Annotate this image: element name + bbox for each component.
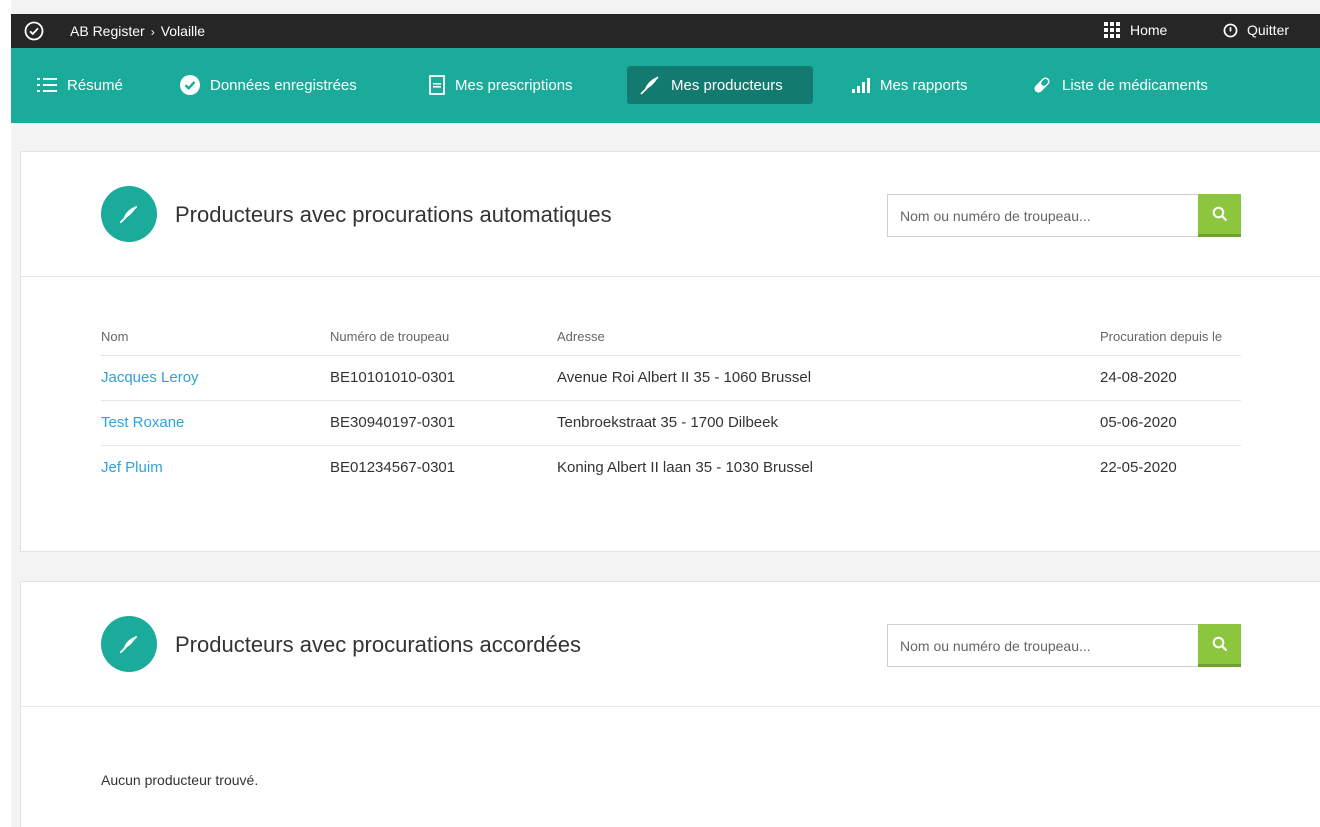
search-input[interactable] xyxy=(887,624,1198,667)
producer-name-link[interactable]: Jef Pluim xyxy=(101,459,163,476)
nav-item-donnees[interactable]: Données enregistrées xyxy=(168,66,369,104)
producer-badge xyxy=(101,616,157,672)
procuration-date: 22-05-2020 xyxy=(1100,459,1177,477)
procuration-date: 24-08-2020 xyxy=(1100,355,1241,401)
card-auto-procurations: Producteurs avec procurations automatiqu… xyxy=(20,151,1320,552)
card-title: Producteurs avec procurations accordées xyxy=(175,632,581,657)
nav-item-label: Mes rapports xyxy=(880,76,968,94)
document-icon xyxy=(429,75,445,95)
card-title: Producteurs avec procurations automatiqu… xyxy=(175,202,612,227)
column-header-address[interactable]: Adresse xyxy=(557,319,1100,356)
producer-badge xyxy=(101,186,157,242)
home-label: Home xyxy=(1130,22,1168,38)
feather-icon xyxy=(640,76,659,95)
bar-chart-icon xyxy=(852,78,870,93)
chevron-right-icon: › xyxy=(150,25,155,39)
producers-table: Nom Numéro de troupeau Adresse Procurati… xyxy=(101,319,1241,490)
column-header-herd[interactable]: Numéro de troupeau xyxy=(330,319,557,356)
table-row: Jacques Leroy BE10101010-0301 Avenue Roi… xyxy=(101,355,1241,401)
feather-icon xyxy=(119,205,138,224)
herd-number: BE01234567-0301 xyxy=(330,459,456,477)
column-header-since[interactable]: Procuration depuis le xyxy=(1100,319,1241,356)
table-header-row: Nom Numéro de troupeau Adresse Procurati… xyxy=(101,319,1241,356)
address: Koning Albert II laan 35 - 1030 Brussel xyxy=(557,459,813,477)
address: Tenbroekstraat 35 - 1700 Dilbeek xyxy=(557,400,1100,446)
breadcrumb: AB Register › Volaille xyxy=(70,23,205,39)
nav-item-label: Mes prescriptions xyxy=(455,76,573,94)
search-input[interactable] xyxy=(887,194,1198,237)
power-icon xyxy=(1223,23,1238,37)
nav-item-prescriptions[interactable]: Mes prescriptions xyxy=(417,66,585,104)
search-box xyxy=(887,624,1241,667)
herd-number: BE30940197-0301 xyxy=(330,400,557,446)
quit-label: Quitter xyxy=(1247,22,1290,38)
table-row: Jef Pluim BE01234567-0301 Koning Albert … xyxy=(101,445,1241,490)
search-button[interactable] xyxy=(1198,194,1241,237)
breadcrumb-item-section[interactable]: Volaille xyxy=(161,23,205,39)
nav-item-label: Liste de médicaments xyxy=(1062,76,1208,94)
empty-state-message: Aucun producteur trouvé. xyxy=(101,772,259,788)
producer-name-link[interactable]: Test Roxane xyxy=(101,414,184,431)
search-icon xyxy=(1212,206,1227,222)
nav-item-producteurs[interactable]: Mes producteurs xyxy=(627,66,813,104)
card-granted-procurations: Producteurs avec procurations accordées … xyxy=(20,581,1320,827)
address: Avenue Roi Albert II 35 - 1060 Brussel xyxy=(557,355,1100,401)
producer-name-link[interactable]: Jacques Leroy xyxy=(101,369,199,386)
card-header: Producteurs avec procurations accordées xyxy=(21,582,1320,707)
nav-item-label: Mes producteurs xyxy=(671,76,783,94)
search-button[interactable] xyxy=(1198,624,1241,667)
list-icon xyxy=(37,78,57,92)
nav-item-resume[interactable]: Résumé xyxy=(25,66,135,104)
top-bar: AB Register › Volaille Home Quitter xyxy=(11,14,1320,48)
nav-item-rapports[interactable]: Mes rapports xyxy=(840,66,980,104)
herd-number: BE10101010-0301 xyxy=(330,355,557,401)
main-nav: Résumé Données enregistrées Mes prescrip… xyxy=(11,48,1320,123)
check-circle-icon xyxy=(180,75,200,95)
quit-link[interactable]: Quitter xyxy=(1223,22,1289,38)
nav-item-label: Résumé xyxy=(67,76,123,94)
card-header: Producteurs avec procurations automatiqu… xyxy=(21,152,1320,277)
grid-icon xyxy=(1104,22,1120,38)
column-header-name[interactable]: Nom xyxy=(101,319,330,356)
feather-icon xyxy=(119,635,138,654)
search-icon xyxy=(1212,636,1227,652)
breadcrumb-item-app[interactable]: AB Register xyxy=(70,23,145,39)
check-circle-icon xyxy=(24,21,44,41)
nav-item-label: Données enregistrées xyxy=(210,76,357,94)
procuration-date: 05-06-2020 xyxy=(1100,400,1241,446)
pill-icon xyxy=(1034,77,1050,93)
home-link[interactable]: Home xyxy=(1104,22,1167,38)
nav-item-medicaments[interactable]: Liste de médicaments xyxy=(1020,66,1220,104)
search-box xyxy=(887,194,1241,237)
left-margin xyxy=(0,0,11,827)
table-row: Test Roxane BE30940197-0301 Tenbroekstra… xyxy=(101,400,1241,446)
